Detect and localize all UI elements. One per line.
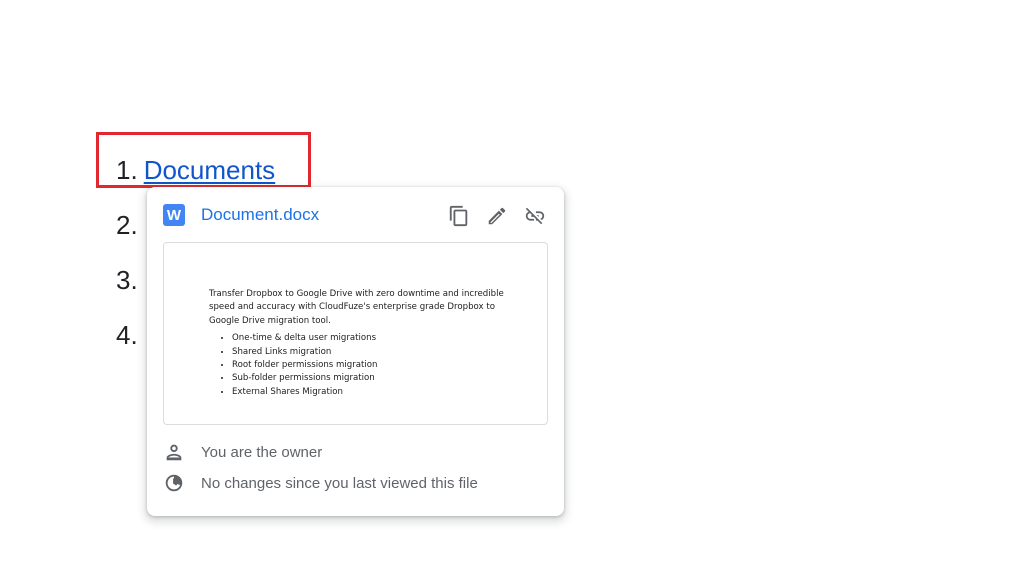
preview-bullet-item: External Shares Migration [232, 386, 509, 399]
changes-text: No changes since you last viewed this fi… [201, 474, 478, 492]
preview-bullet-list: One-time & delta user migrations Shared … [209, 332, 509, 399]
history-icon [163, 472, 185, 494]
owner-row: You are the owner [163, 440, 322, 464]
edit-link-button[interactable] [484, 203, 510, 229]
list-item: 4. [116, 320, 138, 350]
card-actions [446, 203, 548, 229]
preview-bullet-item: One-time & delta user migrations [232, 332, 509, 345]
document-preview-thumbnail[interactable]: Transfer Dropbox to Google Drive with ze… [163, 242, 548, 425]
copy-link-button[interactable] [446, 203, 472, 229]
highlight-annotation-box [96, 132, 311, 188]
file-name-link[interactable]: Document.docx [201, 205, 319, 225]
preview-content: Transfer Dropbox to Google Drive with ze… [209, 288, 509, 399]
list-number: 3. [116, 265, 138, 295]
changes-row: No changes since you last viewed this fi… [163, 471, 478, 495]
document-page: 1. Documents 2. 3. 4. W Document.docx Tr… [0, 0, 1024, 564]
card-header: W Document.docx [163, 203, 548, 227]
preview-bullet-item: Sub-folder permissions migration [232, 372, 509, 385]
list-item: 3. [116, 265, 138, 295]
link-preview-card: W Document.docx Transfer Dropbox to Goog… [147, 187, 564, 516]
pencil-icon [488, 207, 506, 225]
list-number: 2. [116, 210, 138, 240]
owner-text: You are the owner [201, 443, 323, 461]
copy-icon [449, 205, 468, 227]
list-item: 2. [116, 210, 138, 240]
preview-paragraph: Transfer Dropbox to Google Drive with ze… [209, 289, 504, 326]
person-icon [163, 441, 185, 463]
preview-bullet-item: Shared Links migration [232, 346, 509, 359]
preview-bullet-item: Root folder permissions migration [232, 359, 509, 372]
list-number: 4. [116, 320, 138, 350]
word-file-icon: W [163, 204, 185, 226]
remove-link-button[interactable] [522, 203, 548, 229]
unlink-icon [525, 207, 545, 225]
